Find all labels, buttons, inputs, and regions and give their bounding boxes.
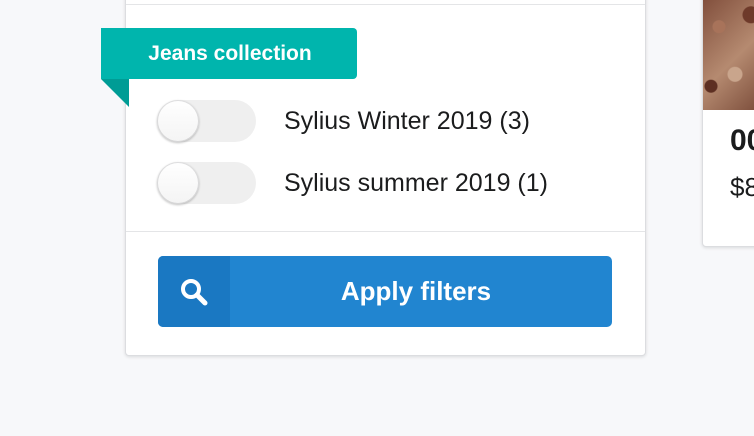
- page: Jeans collection Sylius Winter 2019 (3) …: [0, 0, 754, 436]
- product-image[interactable]: [703, 0, 754, 110]
- toggle-knob: [157, 162, 199, 204]
- product-name[interactable]: 00: [730, 124, 754, 158]
- apply-filters-button[interactable]: Apply filters: [158, 256, 612, 327]
- search-icon: [158, 256, 230, 327]
- taxon-ribbon-label: Jeans collection: [101, 28, 357, 79]
- filter-option-row[interactable]: Sylius summer 2019 (1): [157, 162, 548, 204]
- divider: [126, 4, 645, 5]
- toggle-switch[interactable]: [157, 162, 256, 204]
- product-card[interactable]: 00 $8: [702, 0, 754, 247]
- toggle-knob: [157, 100, 199, 142]
- ribbon-fold: [101, 79, 129, 107]
- product-price: $8: [730, 172, 754, 202]
- toggle-switch[interactable]: [157, 100, 256, 142]
- filter-option-label[interactable]: Sylius Winter 2019 (3): [284, 107, 530, 136]
- filter-option-label[interactable]: Sylius summer 2019 (1): [284, 169, 548, 198]
- filter-option-row[interactable]: Sylius Winter 2019 (3): [157, 100, 530, 142]
- apply-filters-label[interactable]: Apply filters: [230, 256, 612, 327]
- divider: [126, 231, 645, 232]
